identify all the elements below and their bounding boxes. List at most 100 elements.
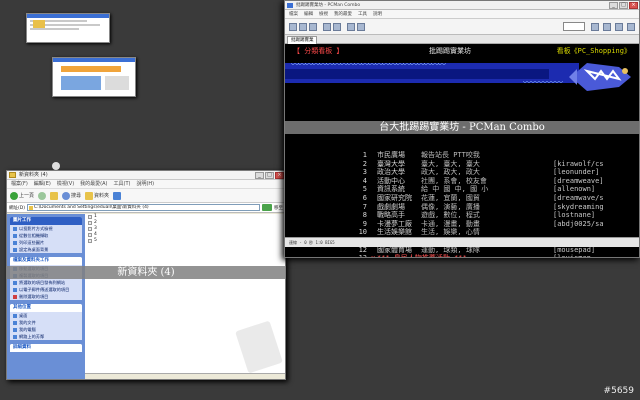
board-row[interactable]: 9 卡漫夢工廠 卡通, 漫畫, 動畫 [abdj0025/sa: [353, 220, 631, 229]
task-item[interactable]: 將選取的項目發佈到網站: [10, 279, 82, 286]
menu-tools[interactable]: 工具: [358, 10, 367, 18]
menu-edit[interactable]: 編輯(E): [34, 180, 51, 188]
folders-button[interactable]: 資料夾: [85, 191, 109, 200]
close-button[interactable]: ×: [275, 172, 284, 179]
email-icon: [13, 287, 17, 292]
task-item[interactable]: 我的電腦: [10, 326, 82, 333]
board-desc: 臺大, 臺大, 臺大: [421, 159, 480, 168]
up-button[interactable]: [50, 191, 59, 200]
board-row[interactable]: 3 政治大學 政大, 政大, 政大 [leonunder]: [353, 168, 631, 177]
file-icon: [88, 215, 92, 219]
board-row[interactable]: 4 活動中心 社團, 系會, 校友會 [dreamweave]: [353, 177, 631, 186]
board-row[interactable]: 5 資訊系統 給 中 國 中, 國 小 [allenown]: [353, 185, 631, 194]
menu-help[interactable]: 說明: [373, 10, 382, 18]
board-row[interactable]: 10 生活娛樂館 生活, 娛樂, 心情: [353, 228, 631, 237]
board-name: 資訊系統: [377, 185, 405, 194]
computer-icon: [13, 327, 17, 332]
board-row[interactable]: 6 國家研究院 花蓮, 宜蘭, 國貿 [dreamwave/s: [353, 194, 631, 203]
menu-favorites[interactable]: 我的最愛: [334, 10, 352, 18]
panel-title[interactable]: 檔案及資料夾工作: [10, 257, 82, 265]
maximize-button[interactable]: □: [265, 172, 274, 179]
menu-help[interactable]: 說明(H): [136, 180, 154, 188]
tab-bar: 批踢踢實業坊: [285, 35, 639, 50]
font-size-select[interactable]: [563, 22, 585, 31]
header-left: 【 分類看板 】: [293, 47, 344, 55]
panel-title[interactable]: 詳細資料: [10, 344, 82, 352]
tab-ptt[interactable]: 批踢踢實業坊: [287, 36, 317, 50]
menu-file[interactable]: 檔案(F): [11, 180, 28, 188]
menu-file[interactable]: 檔案: [289, 10, 298, 18]
help-icon[interactable]: [615, 23, 623, 31]
pcman-titlebar[interactable]: 批踢踢實業坊 - PCMan Combo _ □ ×: [285, 1, 639, 10]
views-button[interactable]: [113, 191, 122, 200]
thumb-window-2[interactable]: [52, 57, 136, 97]
settings-icon[interactable]: [357, 23, 365, 31]
search-label: 搜尋: [71, 193, 82, 199]
board-row[interactable]: 13∨*** 島民人物推薦活動 ***[louisman: [353, 254, 631, 257]
task-item[interactable]: 列印這些圖片: [10, 239, 82, 246]
panel-title[interactable]: 圖片工作: [10, 217, 82, 225]
task-item[interactable]: 以電子郵件傳送選取的項目: [10, 286, 82, 293]
camera-icon: [13, 233, 17, 238]
task-item[interactable]: 刪除選取的項目: [10, 293, 82, 300]
close-button[interactable]: ×: [629, 2, 638, 9]
task-item[interactable]: 網路上的芳鄰: [10, 333, 82, 340]
delete-icon: [13, 294, 17, 299]
menu-view[interactable]: 檢視: [319, 10, 328, 18]
board-desc: 政大, 政大, 政大: [421, 168, 480, 177]
menu-tools[interactable]: 工具(T): [114, 180, 131, 188]
minimize-button[interactable]: _: [609, 2, 618, 9]
window-caption-pcman: 台大批踢踢實業坊 - PCMan Combo: [284, 121, 640, 134]
reconnect-icon[interactable]: [309, 23, 317, 31]
board-name: 戲劇劇場: [377, 202, 405, 211]
connect-icon[interactable]: [289, 23, 297, 31]
go-button[interactable]: [262, 204, 272, 211]
thumb-titlebar: [27, 14, 109, 18]
search-button[interactable]: 搜尋: [62, 191, 82, 200]
board-desc: 卡通, 漫畫, 動畫: [421, 219, 480, 228]
forward-button[interactable]: [38, 191, 47, 200]
address-input[interactable]: C:\Documents and Settings\eduall\桌面\新資料夾…: [26, 204, 260, 211]
explorer-titlebar[interactable]: 新資料夾 (4) _ □ ×: [7, 171, 285, 180]
task-item[interactable]: 桌面: [10, 312, 82, 319]
board-row[interactable]: 1 市民廣場 報告站長 PTT咬我: [353, 151, 631, 160]
board-row[interactable]: 2 臺灣大學 臺大, 臺大, 臺大 [kirawolf/cs: [353, 160, 631, 169]
back-button[interactable]: 上一頁: [10, 191, 34, 200]
board-mods: [allenown]: [553, 185, 596, 194]
close-tab-icon[interactable]: [627, 23, 635, 31]
board-desc: 報告站長 PTT咬我: [421, 151, 480, 159]
board-row[interactable]: 8 戰略高手 遊戲, 數位, 程式 [lostnane]: [353, 211, 631, 220]
panel-details: 詳細資料: [10, 344, 82, 352]
list-item[interactable]: 5: [85, 238, 285, 244]
copy-icon[interactable]: [323, 23, 331, 31]
search-icon[interactable]: [591, 23, 599, 31]
paste-icon[interactable]: [333, 23, 341, 31]
minimize-button[interactable]: _: [255, 172, 264, 179]
task-item[interactable]: 設定為桌面背景: [10, 246, 82, 253]
row-number: 8: [362, 211, 367, 220]
forward-arrow-icon: [38, 191, 47, 200]
task-pane: 圖片工作 以投影片方式檢視 從數位相機擷取 列印這些圖片 設定為桌面背景 檔案及…: [7, 214, 85, 379]
menu-edit[interactable]: 編輯: [304, 10, 313, 18]
board-desc: 給 中 國 中, 國 小: [421, 185, 489, 194]
terminal-screen[interactable]: 【 分類看板 】 批踢踢實業坊 看板《PC_Shopping》 〰〰〰〰〰〰〰〰…: [285, 45, 639, 257]
board-name: 戰略高手: [377, 211, 405, 220]
menu-view[interactable]: 檢視(V): [57, 180, 74, 188]
task-item[interactable]: 以投影片方式檢視: [10, 225, 82, 232]
file-list[interactable]: 1 2 3 4 5: [85, 214, 285, 379]
task-item[interactable]: 從數位相機擷取: [10, 232, 82, 239]
thumb-window-1[interactable]: [26, 13, 110, 43]
task-item[interactable]: 我的文件: [10, 319, 82, 326]
gear-icon[interactable]: [603, 23, 611, 31]
watermark-image: [235, 320, 283, 374]
fish-art-icon: [569, 63, 631, 91]
board-desc: 社團, 系會, 校友會: [421, 176, 487, 185]
panel-other-places: 其他位置 桌面 我的文件 我的電腦 網路上的芳鄰: [10, 304, 82, 340]
panel-title[interactable]: 其他位置: [10, 304, 82, 312]
disconnect-icon[interactable]: [299, 23, 307, 31]
row-number: 6: [362, 193, 367, 202]
favorites-icon[interactable]: [347, 23, 355, 31]
board-row[interactable]: 7 戲劇劇場 偶像, 演藝, 廣播 [skydreaming: [353, 203, 631, 212]
maximize-button[interactable]: □: [619, 2, 628, 9]
menu-favorites[interactable]: 我的最愛(A): [80, 180, 107, 188]
